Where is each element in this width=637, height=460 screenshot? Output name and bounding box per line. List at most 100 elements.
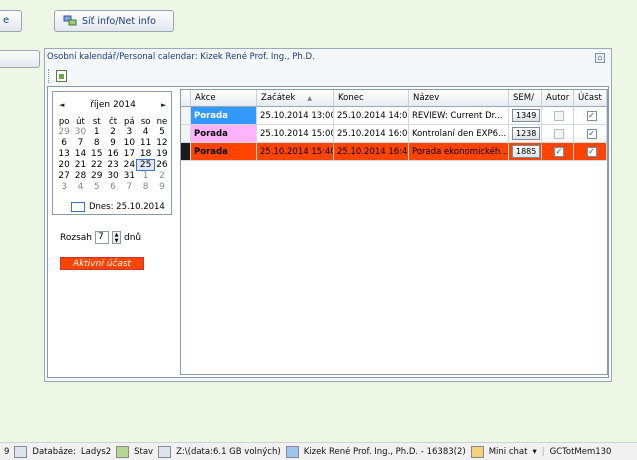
calendar-day[interactable]: 2: [154, 171, 170, 181]
calendar-day[interactable]: 31: [121, 171, 137, 181]
calendar-day[interactable]: 4: [72, 182, 88, 192]
participation-checkbox[interactable]: ✓: [586, 147, 597, 157]
calendar-day[interactable]: 8: [89, 138, 105, 148]
status-mem: GCTotMem130: [549, 446, 612, 457]
calendar-day[interactable]: 11: [137, 138, 153, 148]
calendar-day[interactable]: 26: [154, 160, 170, 170]
calendar-day[interactable]: 9: [105, 138, 121, 148]
column-header-end[interactable]: Konec: [334, 90, 409, 107]
author-checkbox[interactable]: ✓: [554, 147, 564, 157]
sem-button[interactable]: 1885: [512, 145, 541, 158]
calendar-day[interactable]: 23: [105, 160, 121, 170]
calendar-day[interactable]: 9: [154, 182, 170, 192]
next-month-icon[interactable]: ►: [161, 101, 166, 109]
close-icon[interactable]: ▫: [595, 53, 605, 63]
weekday-header: po út st čt pá so ne: [56, 117, 172, 127]
participation-checkbox[interactable]: ✓: [586, 129, 597, 139]
calendar-day[interactable]: 5: [154, 127, 170, 137]
calendar-day-selected[interactable]: 25: [136, 159, 155, 171]
status-prefix: 9: [4, 446, 10, 457]
calendar-day[interactable]: 5: [89, 182, 105, 192]
row-selector[interactable]: [181, 107, 191, 125]
column-header-start-label: Začátek: [261, 93, 296, 103]
range-spinner[interactable]: ▲ ▼: [112, 231, 121, 244]
calendar-day[interactable]: 10: [121, 138, 137, 148]
calendar-day[interactable]: 6: [105, 182, 121, 192]
prev-month-icon[interactable]: ◄: [59, 101, 64, 109]
calendar-week: 27 28 29 30 31 1 2: [56, 171, 172, 181]
column-header-part[interactable]: Účast: [574, 90, 607, 107]
calendar-day[interactable]: 7: [72, 138, 88, 148]
calendar-day[interactable]: 18: [137, 149, 153, 159]
calendar-day[interactable]: 29: [56, 127, 72, 137]
event-start-cell: 25.10.2014 15:40: [257, 143, 334, 161]
range-input[interactable]: 7: [95, 231, 109, 244]
participation-checkbox[interactable]: ✓: [586, 111, 597, 121]
calendar-toolbar-icon[interactable]: [56, 70, 67, 82]
event-end-cell: 25.10.2014 16:00: [334, 125, 409, 143]
calendar-day[interactable]: 30: [72, 127, 88, 137]
column-header-author[interactable]: Autor: [542, 90, 574, 107]
calendar-day[interactable]: 20: [56, 160, 72, 170]
column-header-type[interactable]: Akce: [191, 90, 257, 107]
calendar-day[interactable]: 14: [72, 149, 88, 159]
calendar-day[interactable]: 16: [105, 149, 121, 159]
today-link[interactable]: Dnes: 25.10.2014: [71, 202, 165, 212]
chevron-down-icon[interactable]: ▾: [532, 447, 536, 457]
left-partial-button[interactable]: e: [0, 10, 22, 32]
row-selector[interactable]: [181, 143, 191, 161]
calendar-day[interactable]: 15: [89, 149, 105, 159]
calendar-day[interactable]: 12: [154, 138, 170, 148]
event-part-cell: ✓: [574, 125, 607, 143]
calendar-day[interactable]: 3: [121, 127, 137, 137]
event-name-cell: Kontrolaní den EXP6...: [409, 125, 509, 143]
sem-button[interactable]: 1238: [512, 127, 541, 140]
author-checkbox[interactable]: [554, 111, 564, 121]
mini-chat-dropdown[interactable]: Mini chat: [489, 447, 528, 457]
calendar-day[interactable]: 1: [89, 127, 105, 137]
column-header-name[interactable]: Název: [409, 90, 509, 107]
event-author-cell: [542, 107, 574, 125]
left-button-label: e: [3, 15, 10, 26]
column-header-start[interactable]: Začátek ▲: [257, 90, 334, 107]
event-type-cell: Porada: [191, 125, 257, 143]
calendar-day[interactable]: 2: [105, 127, 121, 137]
weekday: ne: [156, 117, 168, 127]
calendar-day[interactable]: 7: [121, 182, 137, 192]
database-icon: [14, 445, 28, 458]
calendar-day[interactable]: 1: [137, 171, 153, 181]
event-start-cell: 25.10.2014 15:00: [257, 125, 334, 143]
net-info-button[interactable]: Síť info/Net info: [54, 10, 174, 32]
calendar-day[interactable]: 24: [121, 160, 137, 170]
calendar-day[interactable]: 21: [72, 160, 88, 170]
calendar-day[interactable]: 22: [89, 160, 105, 170]
author-checkbox[interactable]: [554, 129, 564, 139]
calendar-day[interactable]: 3: [56, 182, 72, 192]
table-row-active[interactable]: Porada 25.10.2014 15:40 25.10.2014 16:40…: [181, 143, 607, 161]
events-grid: Akce Začátek ▲ Konec Název SEM/ Autor Úča…: [180, 89, 608, 375]
column-header-sem[interactable]: SEM/: [509, 90, 542, 107]
table-row[interactable]: Porada 25.10.2014 15:00 25.10.2014 16:00…: [181, 125, 607, 143]
event-name-cell: Porada ekonomickéh...: [409, 143, 509, 161]
calendar-day[interactable]: 27: [56, 171, 72, 181]
calendar-day[interactable]: 6: [56, 138, 72, 148]
event-type-cell: Porada: [191, 143, 257, 161]
range-unit: dnů: [124, 232, 142, 243]
calendar-day[interactable]: 29: [89, 171, 105, 181]
status-disk: Z:\(data:6.1 GB volných): [176, 446, 281, 457]
calendar-day[interactable]: 30: [105, 171, 121, 181]
side-partial-button[interactable]: [0, 50, 40, 68]
calendar-day[interactable]: 13: [56, 149, 72, 159]
calendar-day[interactable]: 17: [121, 149, 137, 159]
calendar-week: 29 30 1 2 3 4 5: [56, 127, 172, 137]
sem-button[interactable]: 1349: [512, 109, 541, 122]
row-selector[interactable]: [181, 125, 191, 143]
calendar-day[interactable]: 28: [72, 171, 88, 181]
status-db-value: Ladys2: [80, 446, 112, 457]
weekday: st: [92, 117, 101, 127]
calendar-day[interactable]: 8: [137, 182, 153, 192]
table-row[interactable]: Porada 25.10.2014 13:00 25.10.2014 14:00…: [181, 107, 607, 125]
calendar-day[interactable]: 4: [137, 127, 153, 137]
sort-ascending-icon: ▲: [307, 95, 313, 102]
calendar-day[interactable]: 19: [154, 149, 170, 159]
